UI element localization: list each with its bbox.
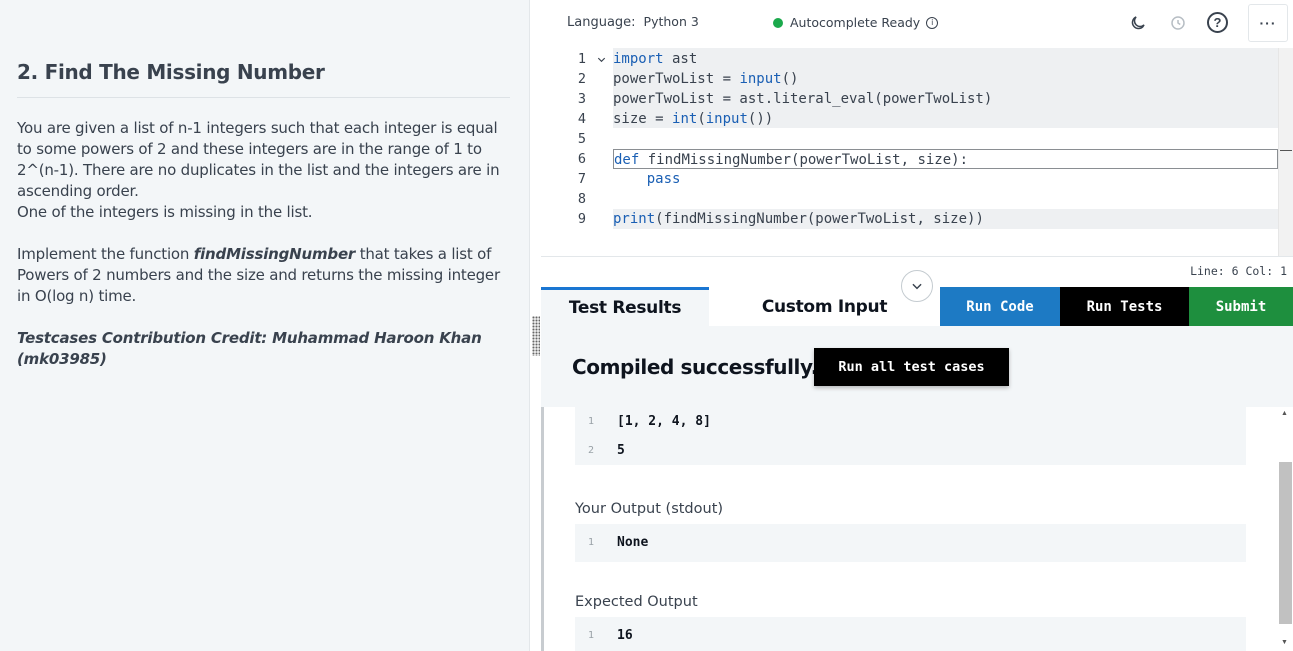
code-line[interactable]: size = int(input()) (613, 109, 1278, 129)
more-options-icon[interactable]: ··· (1248, 4, 1288, 42)
expected-output-label: Expected Output (575, 594, 698, 610)
submit-button[interactable]: Submit (1189, 287, 1293, 326)
fold-chevron-icon[interactable] (596, 53, 608, 65)
line-number: 7 (577, 171, 586, 187)
editor-scrollbar[interactable] (1278, 48, 1293, 256)
code-line[interactable] (613, 129, 1278, 149)
tab-test-results[interactable]: Test Results (541, 287, 709, 326)
code-line[interactable]: powerTwoList = ast.literal_eval(powerTwo… (613, 89, 1278, 109)
description-paragraph: You are given a list of n-1 integers suc… (17, 119, 500, 200)
line-number: 6 (577, 151, 586, 167)
autocomplete-status: Autocomplete Ready i (773, 15, 939, 30)
history-icon[interactable] (1167, 12, 1189, 34)
results-scroll-area[interactable]: 1 [1, 2, 4, 8] 25 Your Output (stdout) 1N… (541, 407, 1293, 651)
code-line[interactable]: def findMissingNumber(powerTwoList, size… (613, 149, 1278, 169)
problem-description: You are given a list of n-1 integers suc… (17, 118, 507, 370)
title-divider (17, 97, 510, 98)
line-number: 2 (577, 71, 586, 87)
editor-panel: Language: Python 3 Autocomplete Ready i ?… (541, 0, 1293, 651)
output-row: 25 (587, 443, 625, 458)
compile-status: Compiled successfully. (572, 355, 819, 379)
line-number: 5 (577, 131, 586, 147)
cursor-position: Line: 6 Col: 1 (1190, 264, 1287, 278)
collapse-editor-button[interactable] (901, 270, 933, 302)
impl-prefix: Implement the function (17, 245, 194, 263)
code-line[interactable] (613, 189, 1278, 209)
line-number: 8 (577, 191, 586, 207)
line-number: 9 (577, 211, 586, 227)
results-scrollbar[interactable]: ▲ ▼ (1278, 407, 1293, 651)
code-line[interactable]: print(findMissingNumber(powerTwoList, si… (613, 209, 1278, 229)
test-results-panel: Compiled successfully. Run all test case… (541, 326, 1293, 651)
scroll-up-icon[interactable]: ▲ (1281, 410, 1288, 417)
language-selector[interactable]: Language: Python 3 (567, 14, 699, 30)
dark-mode-icon[interactable] (1127, 12, 1149, 34)
editor-toolbar: Language: Python 3 Autocomplete Ready i ?… (541, 0, 1293, 46)
output-row: 1 [1, 2, 4, 8] (587, 414, 711, 429)
output-row: 1 16 (587, 628, 633, 643)
autocomplete-label: Autocomplete Ready (790, 15, 921, 30)
code-line[interactable]: pass (613, 169, 1278, 189)
input-box: 1 [1, 2, 4, 8] 25 (575, 407, 1246, 465)
run-all-tests-button[interactable]: Run all test cases (814, 348, 1009, 386)
info-icon[interactable]: i (926, 16, 939, 29)
help-icon[interactable]: ? (1207, 12, 1228, 33)
line-number: 4 (577, 111, 586, 127)
scrollbar-thumb[interactable] (1279, 462, 1292, 624)
chevron-down-icon (912, 283, 922, 290)
status-dot-icon (773, 17, 783, 28)
problem-title: 2. Find The Missing Number (17, 60, 325, 84)
language-label: Language: (567, 15, 636, 30)
code-line[interactable]: import ast (613, 49, 1278, 69)
function-name: findMissingNumber (193, 245, 356, 263)
line-number: 3 (577, 91, 586, 107)
code-line[interactable]: powerTwoList = input() (613, 69, 1278, 89)
expected-output-box: 1 16 (575, 617, 1246, 651)
scroll-down-icon[interactable]: ▼ (1281, 639, 1288, 646)
your-output-box: 1 None (575, 524, 1246, 562)
code-editor[interactable]: 1 2 3 4 5 6 7 8 9 import ast powerTwoList = input… (541, 48, 1293, 258)
implementation-paragraph: Implement the function findMissingNumber… (17, 244, 507, 307)
run-tests-button[interactable]: Run Tests (1060, 287, 1189, 326)
output-row: 1 None (587, 535, 649, 550)
line-number: 1 (541, 49, 606, 69)
testcase-credit: Testcases Contribution Credit: Muhammad … (17, 329, 482, 368)
panel-resize-handle[interactable] (532, 316, 540, 356)
problem-panel: 2. Find The Missing Number You are given… (0, 0, 530, 651)
run-code-button[interactable]: Run Code (940, 287, 1060, 326)
language-value: Python 3 (643, 14, 699, 29)
description-paragraph: One of the integers is missing in the li… (17, 203, 313, 221)
your-output-label: Your Output (stdout) (575, 501, 724, 517)
